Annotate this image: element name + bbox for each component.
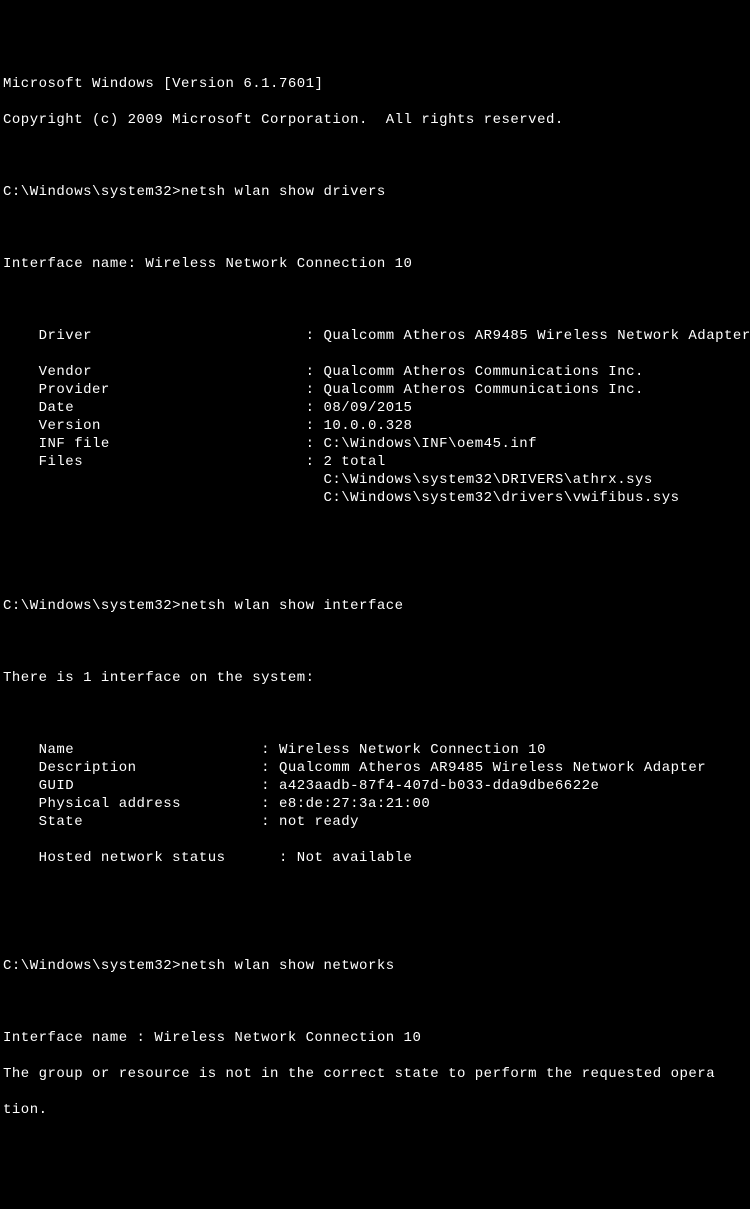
output-row: INF file : C:\Windows\INF\oem45.inf xyxy=(3,435,747,453)
output-row-continuation: C:\Windows\system32\drivers\vwifibus.sys xyxy=(3,489,747,507)
prompt-line-2[interactable]: C:\Windows\system32>netsh wlan show inte… xyxy=(3,597,747,615)
blank xyxy=(3,561,747,579)
output-row: Physical address : e8:de:27:3a:21:00 xyxy=(3,795,747,813)
interface-count: There is 1 interface on the system: xyxy=(3,669,747,687)
blank xyxy=(3,219,747,237)
blank xyxy=(3,291,747,309)
command-text: netsh wlan show networks xyxy=(181,958,395,974)
drivers-interface-name: Interface name: Wireless Network Connect… xyxy=(3,255,747,273)
output-row: Date : 08/09/2015 xyxy=(3,399,747,417)
output-row: Vendor : Qualcomm Atheros Communications… xyxy=(3,363,747,381)
output-row: Provider : Qualcomm Atheros Communicatio… xyxy=(3,381,747,399)
error-line-1: The group or resource is not in the corr… xyxy=(3,1065,747,1083)
output-row: Driver : Qualcomm Atheros AR9485 Wireles… xyxy=(3,327,747,345)
output-row: Description : Qualcomm Atheros AR9485 Wi… xyxy=(3,759,747,777)
prompt-line-1[interactable]: C:\Windows\system32>netsh wlan show driv… xyxy=(3,183,747,201)
blank xyxy=(3,705,747,723)
blank xyxy=(3,633,747,651)
blank xyxy=(3,147,747,165)
prompt: C:\Windows\system32> xyxy=(3,958,181,974)
output-row: GUID : a423aadb-87f4-407d-b033-dda9dbe66… xyxy=(3,777,747,795)
blank xyxy=(3,885,747,903)
blank xyxy=(3,921,747,939)
prompt: C:\Windows\system32> xyxy=(3,184,181,200)
output-row-continuation: C:\Windows\system32\DRIVERS\athrx.sys xyxy=(3,471,747,489)
error-line-2: tion. xyxy=(3,1101,747,1119)
blank xyxy=(3,525,747,543)
banner-copyright: Copyright (c) 2009 Microsoft Corporation… xyxy=(3,111,747,129)
output-row: State : not ready xyxy=(3,813,747,831)
interface-rows: Name : Wireless Network Connection 10 De… xyxy=(3,741,747,867)
drivers-rows: Driver : Qualcomm Atheros AR9485 Wireles… xyxy=(3,327,747,507)
command-text: netsh wlan show interface xyxy=(181,598,404,614)
command-text: netsh wlan show drivers xyxy=(181,184,386,200)
output-row: Version : 10.0.0.328 xyxy=(3,417,747,435)
output-row: Name : Wireless Network Connection 10 xyxy=(3,741,747,759)
prompt-line-3[interactable]: C:\Windows\system32>netsh wlan show netw… xyxy=(3,957,747,975)
networks-interface-name: Interface name : Wireless Network Connec… xyxy=(3,1029,747,1047)
blank xyxy=(3,831,747,849)
output-row: Files : 2 total xyxy=(3,453,747,471)
blank xyxy=(3,993,747,1011)
prompt: C:\Windows\system32> xyxy=(3,598,181,614)
blank xyxy=(3,345,747,363)
banner-version: Microsoft Windows [Version 6.1.7601] xyxy=(3,75,747,93)
output-row: Hosted network status : Not available xyxy=(3,849,747,867)
